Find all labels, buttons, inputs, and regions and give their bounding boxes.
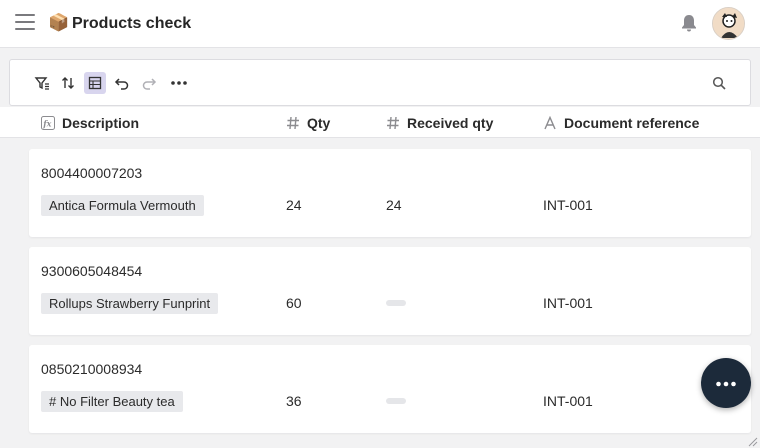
more-icon[interactable]: [168, 72, 190, 94]
undo-icon[interactable]: [111, 72, 133, 94]
package-icon: 📦: [48, 13, 70, 32]
document-reference-cell: INT-001: [543, 197, 593, 213]
record-card[interactable]: 8004400007203 Antica Formula Vermouth 24…: [29, 149, 751, 237]
product-chip[interactable]: # No Filter Beauty tea: [41, 391, 183, 412]
received-qty-empty-placeholder: [386, 300, 406, 306]
column-header-qty[interactable]: Qty: [286, 115, 330, 131]
document-reference-cell: INT-001: [543, 295, 593, 311]
filter-icon[interactable]: [31, 72, 53, 94]
column-header-row: fx Description Qty Received qty Document…: [0, 107, 760, 138]
qty-cell: 36: [286, 393, 302, 409]
column-header-description[interactable]: fx Description: [41, 115, 139, 131]
more-dots-icon: [715, 374, 737, 392]
received-qty-cell: 24: [386, 197, 402, 213]
floating-more-button[interactable]: [701, 358, 751, 408]
barcode-text: 8004400007203: [41, 165, 143, 181]
column-header-received-qty[interactable]: Received qty: [386, 115, 493, 131]
svg-text:fx: fx: [42, 119, 51, 129]
search-icon[interactable]: [708, 72, 730, 94]
page-title: Products check: [72, 15, 192, 32]
hamburger-menu-icon[interactable]: [15, 14, 35, 32]
notifications-bell-icon[interactable]: [679, 13, 699, 33]
hash-icon: [386, 116, 400, 130]
record-card[interactable]: 9300605048454 Rollups Strawberry Funprin…: [29, 247, 751, 335]
sort-icon[interactable]: [57, 72, 79, 94]
qty-cell: 60: [286, 295, 302, 311]
qty-cell: 24: [286, 197, 302, 213]
user-avatar[interactable]: [712, 7, 745, 40]
barcode-text: 0850210008934: [41, 361, 143, 377]
column-header-document-reference[interactable]: Document reference: [543, 115, 699, 131]
product-chip[interactable]: Rollups Strawberry Funprint: [41, 293, 219, 314]
resize-handle-icon[interactable]: [746, 434, 758, 447]
top-bar: 📦 Products check: [0, 0, 760, 48]
formula-icon: fx: [41, 116, 55, 130]
received-qty-empty-placeholder: [386, 398, 406, 404]
record-card[interactable]: 0850210008934 # No Filter Beauty tea 36 …: [29, 345, 751, 433]
barcode-text: 9300605048454: [41, 263, 143, 279]
text-icon: [543, 116, 557, 130]
hash-icon: [286, 116, 300, 130]
view-toolbar: [9, 59, 751, 106]
product-chip[interactable]: Antica Formula Vermouth: [41, 195, 204, 216]
layout-icon[interactable]: [84, 72, 106, 94]
redo-icon[interactable]: [138, 72, 160, 94]
document-reference-cell: INT-001: [543, 393, 593, 409]
